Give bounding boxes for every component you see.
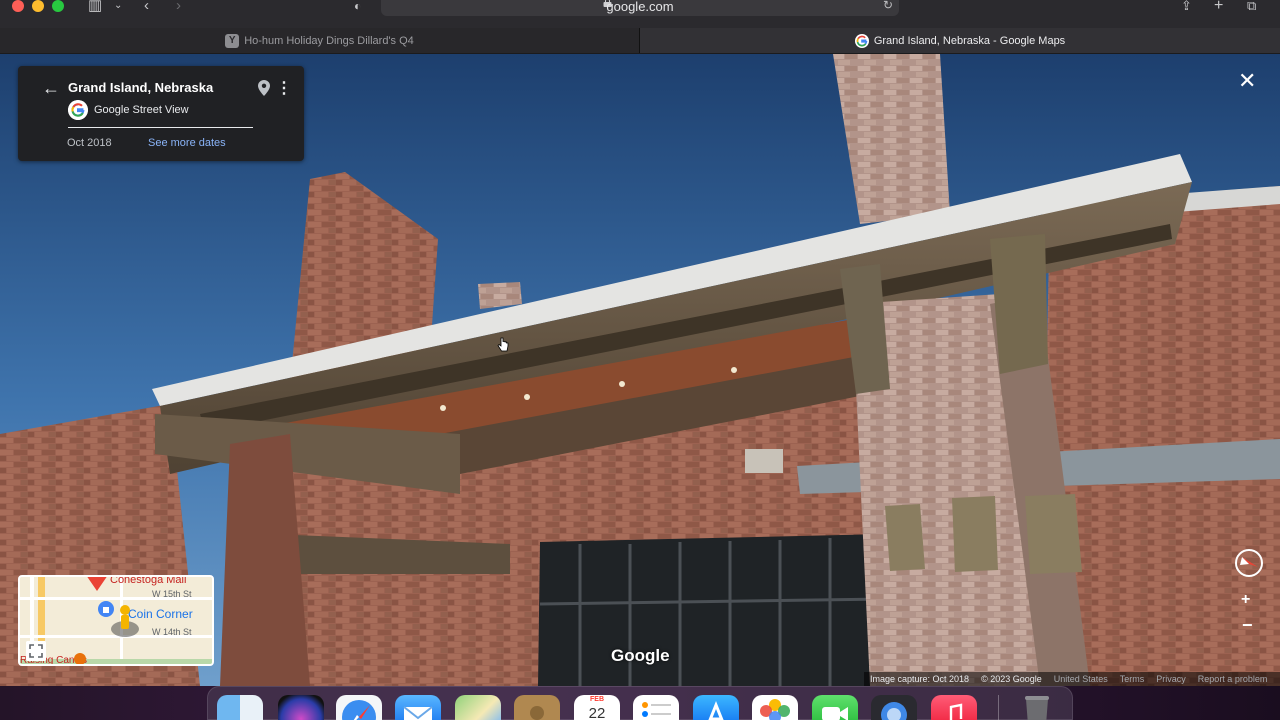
calendar-icon[interactable]: FEB 22	[574, 695, 620, 720]
divider	[68, 127, 253, 128]
map-label-mall: Conestoga Mall	[110, 575, 187, 586]
google-watermark: Google	[611, 646, 670, 665]
map-label-15th-street: W 15th St	[152, 589, 192, 599]
facetime-icon[interactable]	[812, 695, 858, 720]
back-arrow-icon[interactable]: ←	[42, 78, 60, 99]
address-bar[interactable]: google.com ↻	[381, 0, 899, 16]
privacy-link[interactable]: Privacy	[1156, 674, 1186, 684]
calendar-month: FEB	[590, 696, 604, 703]
forward-icon[interactable]: ›	[176, 0, 181, 13]
tab-dillards-article[interactable]: Y Ho-hum Holiday Dings Dillard's Q4	[0, 28, 639, 53]
dock: FEB 22	[207, 686, 1073, 720]
zoom-window-button[interactable]	[52, 0, 64, 12]
sidebar-toggle-icon[interactable]: ▥	[88, 0, 102, 13]
siri-icon[interactable]	[278, 695, 324, 720]
place-title: Grand Island, Nebraska	[68, 80, 214, 95]
calendar-day: 22	[588, 705, 606, 720]
dock-separator	[998, 695, 999, 720]
chevron-down-icon[interactable]: ⌄	[114, 0, 122, 12]
zoom-out-button[interactable]: −	[1242, 615, 1253, 636]
zoom-in-button[interactable]: +	[1241, 591, 1250, 609]
minimize-window-button[interactable]	[32, 0, 44, 12]
map-label-14th-street: W 14th St	[152, 627, 192, 637]
url-text: google.com	[606, 0, 674, 14]
music-icon[interactable]	[931, 695, 977, 720]
map-marker-icon	[87, 577, 107, 591]
pegman-icon[interactable]	[110, 603, 140, 639]
report-problem-link[interactable]: Report a problem	[1198, 674, 1268, 684]
compass-icon[interactable]	[1232, 549, 1266, 577]
screen-sharing-icon[interactable]	[871, 695, 917, 720]
tab-google-maps[interactable]: Grand Island, Nebraska - Google Maps	[639, 28, 1280, 53]
copyright: © 2023 Google	[981, 674, 1042, 684]
hand-cursor-icon	[497, 337, 509, 352]
restaurant-icon	[74, 653, 86, 664]
screen: ▥ ⌄ ‹ › ◐ google.com ↻ ⇪ + ⧉ Y Ho-hum Ho…	[0, 0, 1280, 720]
safari-icon[interactable]	[336, 695, 382, 720]
capture-date: Oct 2018	[67, 137, 112, 149]
expand-map-icon[interactable]	[26, 641, 46, 661]
image-capture-date: Image capture: Oct 2018	[870, 674, 970, 684]
tab-label: Grand Island, Nebraska - Google Maps	[873, 34, 1066, 47]
reload-icon[interactable]: ↻	[883, 0, 893, 12]
close-street-view-icon[interactable]: ✕	[1238, 70, 1256, 92]
mail-icon[interactable]	[395, 695, 441, 720]
source-label: Google Street View	[94, 104, 189, 116]
more-options-icon[interactable]: ⋮	[276, 78, 292, 98]
new-tab-icon[interactable]: +	[1214, 0, 1223, 14]
tab-label: Ho-hum Holiday Dings Dillard's Q4	[244, 34, 414, 47]
photos-icon[interactable]	[752, 695, 798, 720]
close-window-button[interactable]	[12, 0, 24, 12]
attribution-bar: Image capture: Oct 2018 © 2023 Google Un…	[864, 672, 1280, 686]
back-icon[interactable]: ‹	[144, 0, 149, 13]
browser-toolbar: ▥ ⌄ ‹ › ◐ google.com ↻ ⇪ + ⧉	[0, 0, 1280, 28]
see-more-dates-link[interactable]: See more dates	[148, 137, 226, 149]
trash-icon[interactable]	[1014, 695, 1060, 720]
yahoo-favicon-icon: Y	[225, 33, 240, 48]
share-icon[interactable]: ⇪	[1181, 0, 1192, 12]
google-logo-icon	[68, 100, 88, 120]
finder-icon[interactable]	[217, 695, 263, 720]
google-favicon-icon	[854, 33, 869, 48]
app-store-icon[interactable]	[693, 695, 739, 720]
privacy-shield-icon[interactable]: ◐	[354, 0, 361, 12]
terms-link[interactable]: Terms	[1120, 674, 1145, 684]
maps-icon[interactable]	[455, 695, 501, 720]
location-pin-icon[interactable]	[258, 80, 270, 96]
mini-map[interactable]: Conestoga Mall Coin Corner W 15th St W 1…	[18, 575, 214, 666]
region-link[interactable]: United States	[1054, 674, 1108, 684]
tab-overview-icon[interactable]: ⧉	[1247, 0, 1256, 12]
place-info-card: ← Grand Island, Nebraska ⋮ Google Street…	[18, 66, 304, 161]
reminders-icon[interactable]	[633, 695, 679, 720]
contacts-icon[interactable]	[514, 695, 560, 720]
tab-bar: Y Ho-hum Holiday Dings Dillard's Q4 Gran…	[0, 28, 1280, 53]
